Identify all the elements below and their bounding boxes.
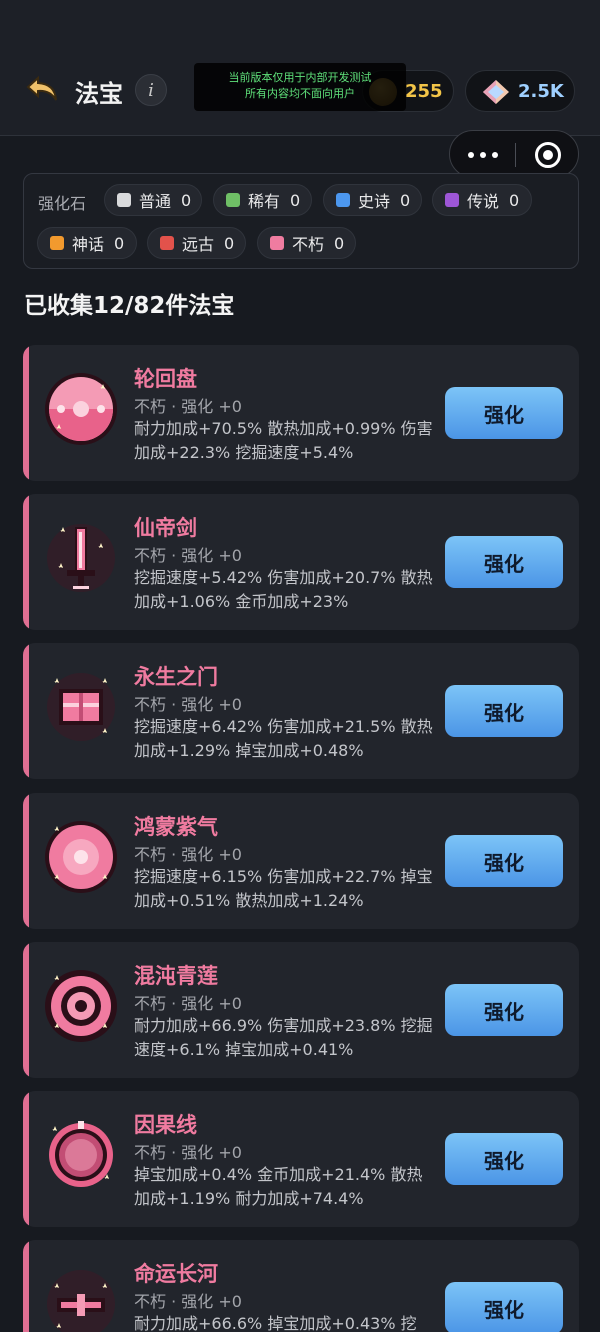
treasure-name: 混沌青莲 (134, 964, 218, 988)
stone-count: 0 (290, 190, 301, 210)
treasure-grade: 不朽 · 强化 +0 (134, 695, 242, 714)
stone-mythic[interactable]: 神话 0 (37, 227, 137, 259)
treasure-grade: 不朽 · 强化 +0 (134, 1143, 242, 1162)
treasure-card[interactable]: 因果线 不朽 · 强化 +0 掉宝加成+0.4% 金币加成+21.4% 散热加成… (23, 1091, 579, 1227)
gem-balance[interactable]: 2.5K (465, 70, 575, 112)
stone-count: 0 (509, 190, 520, 210)
stone-name: 史诗 (358, 192, 391, 211)
treasure-card[interactable]: 永生之门 不朽 · 强化 +0 挖掘速度+6.42% 伤害加成+21.5% 散热… (23, 643, 579, 779)
rarity-stripe (23, 942, 29, 1078)
stone-count: 0 (400, 190, 411, 210)
stone-ancient[interactable]: 远古 0 (147, 227, 246, 259)
treasure-card[interactable]: 混沌青莲 不朽 · 强化 +0 耐力加成+66.9% 伤害加成+23.8% 挖掘… (23, 942, 579, 1078)
rarity-stripe (23, 1240, 29, 1332)
stone-immortal[interactable]: 不朽 0 (257, 227, 356, 259)
treasure-name: 因果线 (134, 1113, 197, 1137)
treasure-name: 永生之门 (134, 665, 218, 689)
treasure-grade: 不朽 · 强化 +0 (134, 1292, 242, 1311)
notice-line-2: 所有内容均不面向用户 (245, 87, 355, 100)
thread-icon (49, 1121, 113, 1187)
stone-count: 0 (114, 233, 125, 253)
treasure-name: 鸿蒙紫气 (134, 815, 218, 839)
treasure-name: 命运长河 (134, 1262, 218, 1286)
stone-name: 神话 (72, 235, 105, 254)
stone-name: 不朽 (292, 235, 325, 254)
enhance-button[interactable]: 强化 (445, 1133, 563, 1185)
info-button[interactable]: i (135, 74, 167, 106)
stone-count: 0 (181, 190, 192, 210)
stones-label: 强化石 (38, 194, 87, 213)
stone-name: 传说 (467, 192, 500, 211)
treasure-card[interactable]: 命运长河 不朽 · 强化 +0 耐力加成+66.6% 掉宝加成+0.43% 挖 … (23, 1240, 579, 1332)
stone-name: 普通 (139, 192, 172, 211)
enhance-button[interactable]: 强化 (445, 984, 563, 1036)
stone-count: 0 (224, 233, 235, 253)
rarity-stripe (23, 793, 29, 929)
notice-line-1: 当前版本仅用于内部开发测试 (228, 71, 372, 84)
stone-common[interactable]: 普通 0 (104, 184, 202, 216)
stone-color-icon (270, 236, 284, 250)
treasure-card[interactable]: 仙帝剑 不朽 · 强化 +0 挖掘速度+5.42% 伤害加成+20.7% 散热加… (23, 494, 579, 630)
coin-amount: 255 (405, 81, 443, 102)
collection-count: 已收集12/82件法宝 (24, 293, 235, 319)
reincarnation-disc-icon (45, 373, 117, 445)
treasure-stats: 耐力加成+66.9% 伤害加成+23.8% 挖掘速度+6.1% 掉宝加成+0.4… (134, 1016, 433, 1059)
treasure-card[interactable]: 鸿蒙紫气 不朽 · 强化 +0 挖掘速度+6.15% 伤害加成+22.7% 掉宝… (23, 793, 579, 929)
gate-icon (47, 673, 115, 741)
rarity-stripe (23, 643, 29, 779)
treasure-grade: 不朽 · 强化 +0 (134, 994, 242, 1013)
enhance-button[interactable]: 强化 (445, 835, 563, 887)
ring-icon (45, 970, 117, 1042)
stone-epic[interactable]: 史诗 0 (323, 184, 422, 216)
river-icon (47, 1270, 115, 1332)
treasure-grade: 不朽 · 强化 +0 (134, 397, 242, 416)
stone-color-icon (226, 193, 240, 207)
more-icon[interactable] (466, 145, 500, 165)
rarity-stripe (23, 494, 29, 630)
enhance-button[interactable]: 强化 (445, 1282, 563, 1332)
rarity-stripe (23, 345, 29, 481)
rarity-stripe (23, 1091, 29, 1227)
back-arrow-icon (26, 75, 57, 101)
stone-color-icon (445, 193, 459, 207)
treasure-name: 轮回盘 (134, 367, 197, 391)
gem-amount: 2.5K (518, 81, 564, 102)
stone-legendary[interactable]: 传说 0 (432, 184, 532, 216)
capsule-divider (515, 143, 516, 167)
crystal-icon (483, 80, 509, 104)
orb-icon (45, 821, 117, 893)
page-title: 法宝 (75, 80, 123, 108)
stone-name: 远古 (182, 235, 215, 254)
stone-rare[interactable]: 稀有 0 (213, 184, 312, 216)
stone-color-icon (117, 193, 131, 207)
close-icon[interactable] (535, 142, 561, 168)
treasure-stats: 掉宝加成+0.4% 金币加成+21.4% 散热加成+1.19% 耐力加成+74.… (134, 1165, 423, 1208)
enhancement-stones-panel: 强化石 普通 0 稀有 0 史诗 0 传说 0 神话 0 远古 0 不朽 0 (23, 173, 579, 269)
treasure-grade: 不朽 · 强化 +0 (134, 546, 242, 565)
treasure-stats: 耐力加成+70.5% 散热加成+0.99% 伤害加成+22.3% 挖掘速度+5.… (134, 419, 433, 462)
stone-name: 稀有 (248, 192, 281, 211)
stone-color-icon (336, 193, 350, 207)
treasure-stats: 挖掘速度+6.42% 伤害加成+21.5% 散热加成+1.29% 掉宝加成+0.… (134, 717, 433, 760)
enhance-button[interactable]: 强化 (445, 536, 563, 588)
back-button[interactable] (24, 72, 64, 108)
treasure-stats: 挖掘速度+6.15% 伤害加成+22.7% 掉宝加成+0.51% 散热加成+1.… (134, 867, 433, 910)
mini-program-capsule (449, 130, 579, 178)
top-bar: 法宝 i 255 2.5K 当前版本仅用于内部开发测试 所有内容均不面向用户 (0, 0, 600, 136)
treasure-stats: 耐力加成+66.6% 掉宝加成+0.43% 挖 (134, 1314, 417, 1332)
enhance-button[interactable]: 强化 (445, 387, 563, 439)
stone-color-icon (50, 236, 64, 250)
treasure-card[interactable]: 轮回盘 不朽 · 强化 +0 耐力加成+70.5% 散热加成+0.99% 伤害加… (23, 345, 579, 481)
stone-color-icon (160, 236, 174, 250)
treasure-name: 仙帝剑 (134, 516, 197, 540)
treasure-stats: 挖掘速度+5.42% 伤害加成+20.7% 散热加成+1.06% 金币加成+23… (134, 568, 433, 611)
sword-icon (47, 524, 115, 592)
stone-count: 0 (334, 233, 345, 253)
treasure-grade: 不朽 · 强化 +0 (134, 845, 242, 864)
enhance-button[interactable]: 强化 (445, 685, 563, 737)
dev-notice: 当前版本仅用于内部开发测试 所有内容均不面向用户 (194, 63, 406, 111)
